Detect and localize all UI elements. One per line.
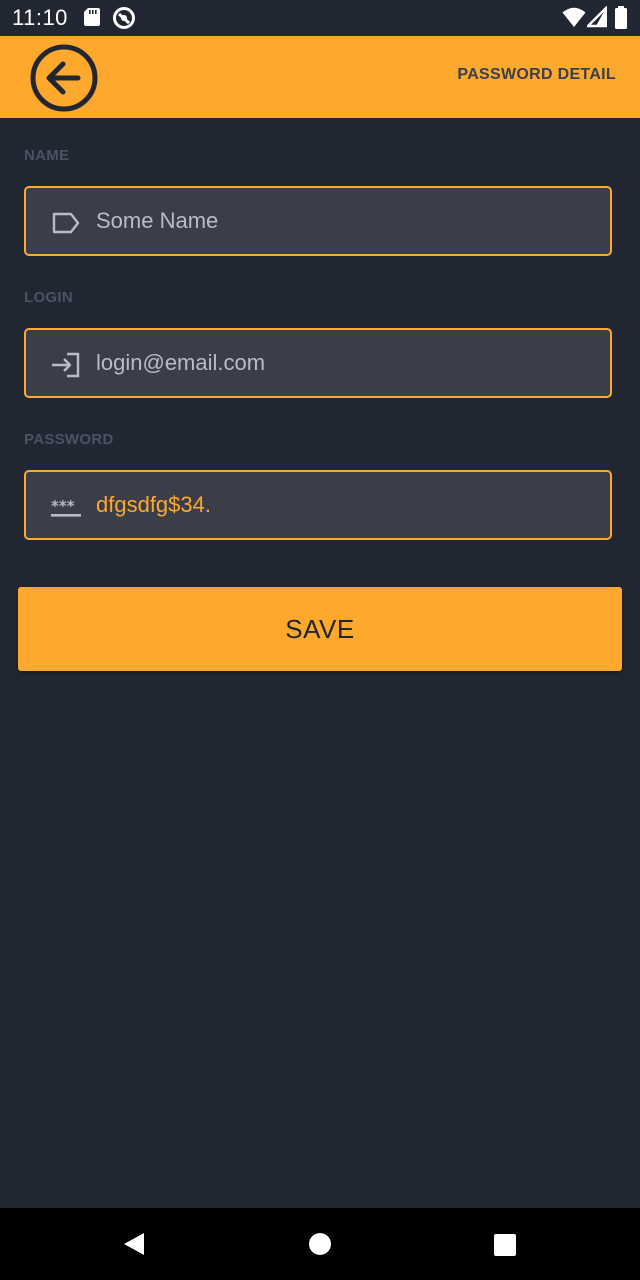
password-field[interactable]: *** (24, 470, 612, 540)
name-input[interactable] (96, 188, 596, 254)
password-input[interactable] (96, 472, 596, 538)
status-bar: 11:10 (0, 0, 640, 36)
wifi-icon (562, 7, 586, 27)
back-button[interactable] (28, 42, 100, 114)
signal-icon (587, 6, 607, 28)
back-arrow-icon (30, 44, 98, 112)
status-time: 11:10 (12, 5, 68, 30)
svg-text:***: *** (51, 497, 75, 515)
sd-card-icon (84, 8, 100, 26)
recents-square-icon[interactable] (493, 1233, 517, 1257)
home-circle-icon[interactable] (308, 1232, 332, 1256)
login-field[interactable] (24, 328, 612, 398)
login-label: LOGIN (24, 289, 73, 306)
name-label: NAME (24, 147, 70, 164)
app-bar: PASSWORD DETAIL (0, 36, 640, 118)
name-field[interactable] (24, 186, 612, 256)
password-detail-screen: 11:10 PASSWORD DETAIL NAME Some Name LOG… (0, 0, 640, 1280)
back-triangle-icon[interactable] (122, 1232, 146, 1256)
save-button[interactable]: SAVE (18, 587, 622, 671)
navigation-bar (0, 1208, 640, 1280)
vpn-icon (113, 7, 135, 29)
page-title: PASSWORD DETAIL (457, 66, 616, 83)
battery-icon (615, 6, 627, 29)
label-tag-icon (52, 212, 80, 234)
password-dots-icon: *** (51, 497, 81, 517)
login-input[interactable] (96, 330, 596, 396)
login-arrow-icon (52, 352, 80, 378)
password-label: PASSWORD (24, 431, 114, 448)
